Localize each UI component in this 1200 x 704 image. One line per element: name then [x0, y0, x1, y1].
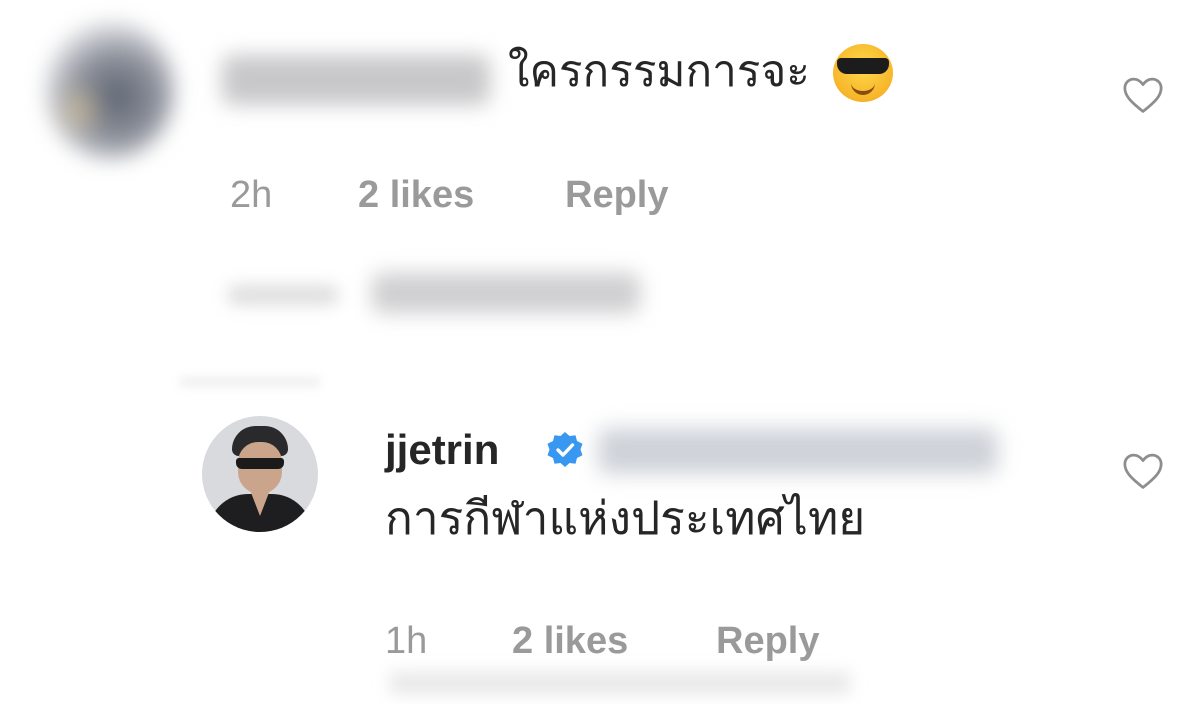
likes-count-button[interactable]: 2 likes — [512, 618, 628, 664]
reply-button[interactable]: Reply — [716, 618, 819, 664]
next-item-redacted — [390, 672, 850, 694]
heart-icon[interactable] — [1122, 76, 1164, 114]
likes-count-button[interactable]: 2 likes — [358, 172, 474, 218]
avatar[interactable] — [202, 416, 318, 532]
username[interactable]: jjetrin — [385, 424, 499, 476]
avatar[interactable] — [45, 20, 175, 160]
smiling-face-with-sunglasses-icon — [833, 44, 893, 102]
comments-thread: ใครกรรมการจะ 2h 2 likes Reply jjetrin กา… — [0, 0, 1200, 704]
reply-button[interactable]: Reply — [565, 172, 668, 218]
view-replies-line-redacted[interactable] — [228, 285, 338, 305]
divider — [180, 378, 320, 386]
username-redacted — [222, 55, 490, 105]
comment-text: การกีฬาแห่งประเทศไทย — [385, 492, 866, 544]
comment-time: 2h — [230, 174, 273, 216]
verified-badge-icon — [547, 432, 583, 467]
comment-time: 1h — [385, 620, 428, 662]
comment-mention-redacted — [598, 428, 998, 474]
comment-text: ใครกรรมการจะ — [508, 47, 810, 96]
heart-icon[interactable] — [1122, 452, 1164, 490]
view-replies-text-redacted[interactable] — [372, 273, 640, 313]
